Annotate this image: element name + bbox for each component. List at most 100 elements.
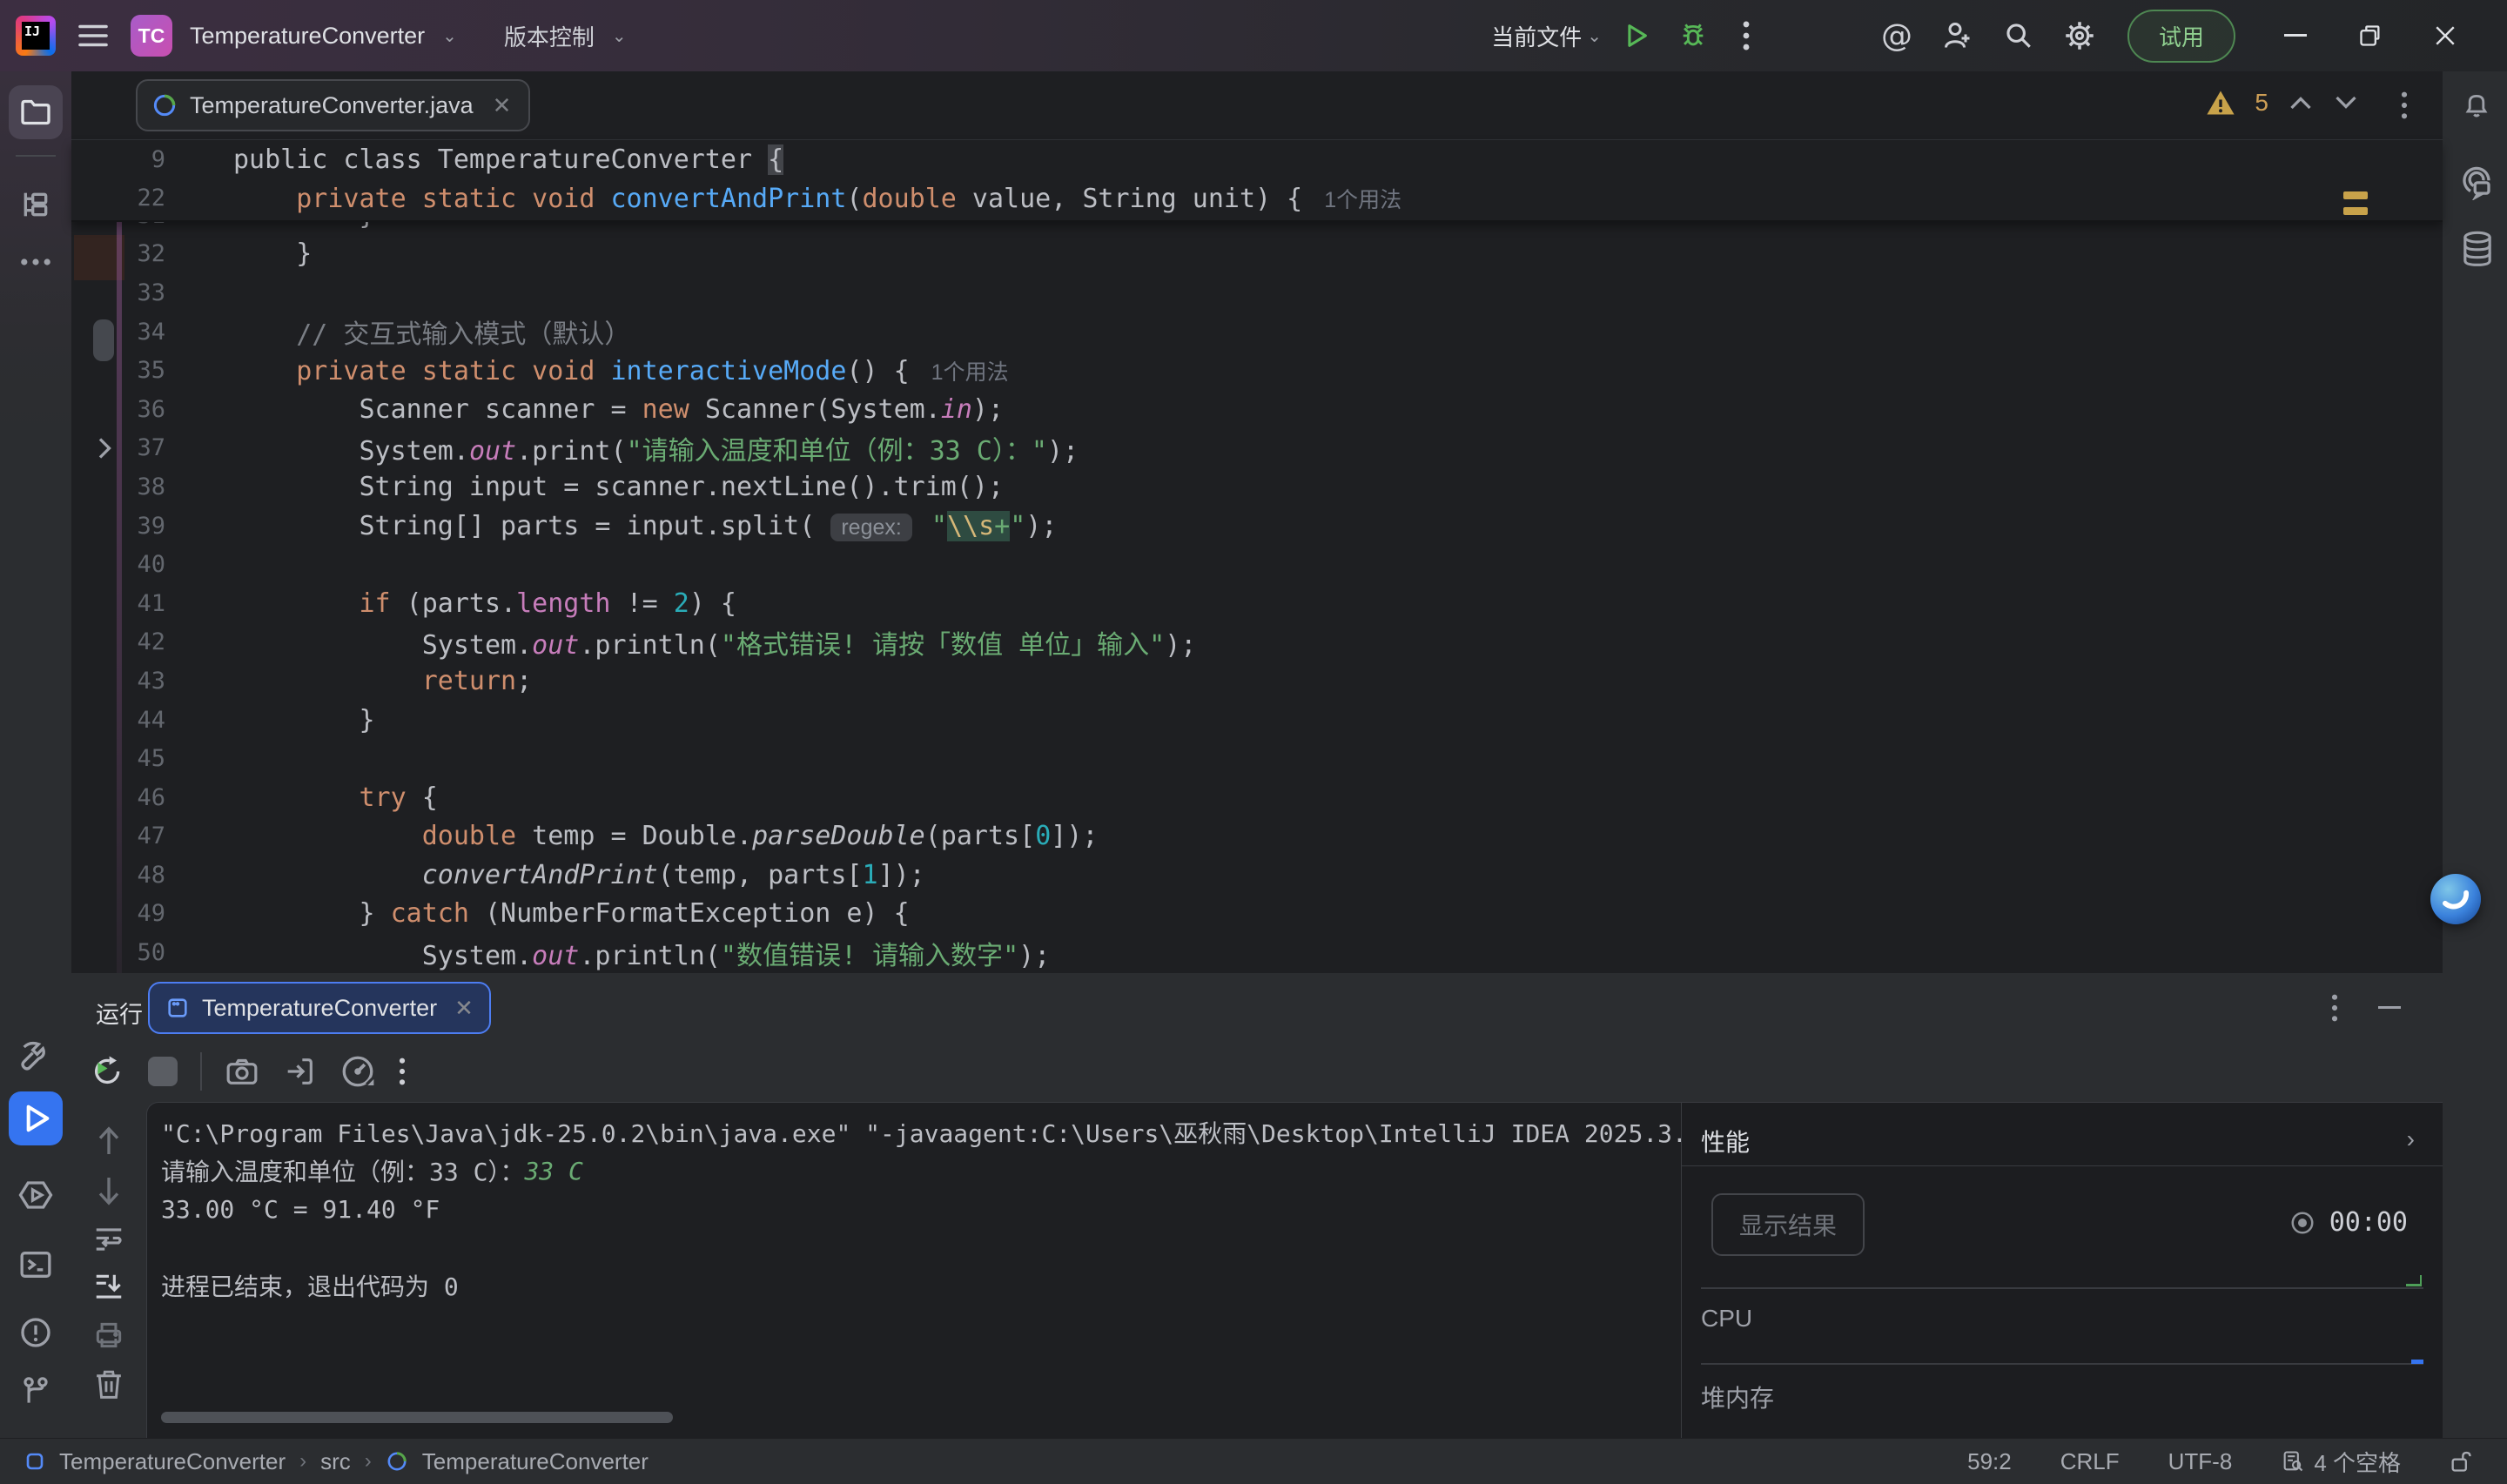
vcs-widget[interactable]: 版本控制	[504, 20, 595, 52]
tab-options-icon[interactable]	[2401, 91, 2408, 119]
more-actions-icon[interactable]	[1722, 10, 1771, 62]
scroll-to-end-icon[interactable]	[92, 1271, 125, 1304]
error-stripe-mark[interactable]	[2343, 207, 2368, 215]
git-tool-button[interactable]	[9, 1365, 63, 1419]
minimize-button[interactable]	[2258, 0, 2333, 71]
trial-button[interactable]: 试用	[2127, 10, 2235, 63]
code-line[interactable]: 46 try {	[71, 778, 2443, 817]
code-text: Scanner scanner = new Scanner(System.in)…	[165, 394, 1004, 425]
code-line[interactable]: 38 String input = scanner.nextLine().tri…	[71, 467, 2443, 507]
code-line[interactable]: 36 Scanner scanner = new Scanner(System.…	[71, 390, 2443, 429]
more-tool-windows-icon[interactable]	[9, 235, 63, 289]
soft-wrap-icon[interactable]	[92, 1223, 125, 1256]
restore-button[interactable]	[2333, 0, 2408, 71]
editor-tab-title: TemperatureConverter.java	[190, 92, 474, 119]
build-tool-button[interactable]	[9, 1029, 63, 1083]
rerun-button[interactable]	[91, 1054, 125, 1089]
code-line[interactable]: 35 private static void interactiveMode()…	[71, 351, 2443, 390]
next-warning-icon[interactable]	[2333, 94, 2359, 111]
close-run-tab-icon[interactable]: ✕	[454, 995, 474, 1022]
console-line	[161, 1228, 1681, 1266]
inspections-widget[interactable]: 5	[2206, 89, 2359, 117]
project-selector[interactable]: TemperatureConverter	[190, 23, 425, 50]
error-stripe-mark[interactable]	[2343, 191, 2368, 199]
debug-button[interactable]	[1664, 10, 1722, 62]
run-config-selector[interactable]: 当前文件	[1491, 20, 1582, 52]
breadcrumb-project[interactable]: TemperatureConverter	[59, 1448, 286, 1475]
snapshot-camera-button[interactable]	[225, 1054, 259, 1089]
chevron-right-icon[interactable]: ›	[2407, 1125, 2415, 1153]
code-text: }	[165, 222, 375, 231]
code-line[interactable]: 32 }	[71, 235, 2443, 274]
show-results-button[interactable]: 显示结果	[1711, 1193, 1865, 1256]
code-line[interactable]: 43 return;	[71, 661, 2443, 701]
close-button[interactable]	[2408, 0, 2483, 71]
project-tool-button[interactable]	[9, 85, 63, 139]
caret-position[interactable]: 59:2	[1967, 1448, 2012, 1475]
code-with-me-icon[interactable]	[1927, 10, 1988, 62]
code-line[interactable]: 48 convertAndPrint(temp, parts[1]);	[71, 856, 2443, 895]
code-text: public class TemperatureConverter {	[165, 144, 783, 175]
clear-console-icon[interactable]	[93, 1366, 124, 1401]
editor-tab[interactable]: TemperatureConverter.java ✕	[136, 79, 530, 131]
ai-assistant-icon[interactable]: @	[1866, 10, 1927, 62]
terminal-tool-button[interactable]	[9, 1238, 63, 1292]
code-line[interactable]: 40	[71, 545, 2443, 584]
project-icon[interactable]: TC	[131, 15, 172, 57]
run-button[interactable]	[1607, 10, 1664, 62]
notifications-bell-icon[interactable]	[2462, 91, 2491, 120]
code-line[interactable]: 45	[71, 739, 2443, 778]
code-line[interactable]: 50 System.out.println("数值错误! 请输入数字");	[71, 933, 2443, 972]
indent-widget[interactable]: 4 个空格	[2281, 1446, 2401, 1478]
horizontal-scrollbar[interactable]	[161, 1412, 673, 1423]
stop-button[interactable]	[148, 1057, 178, 1086]
line-number: 22	[71, 185, 165, 212]
floating-assistant-badge[interactable]	[2430, 874, 2481, 924]
code-viewport[interactable]: 31 } 32 } 33 34 // 交互式输入模式（默认）	[71, 222, 2443, 973]
code-line[interactable]: 34 // 交互式输入模式（默认）	[71, 312, 2443, 352]
sticky-code-line[interactable]: 9 public class TemperatureConverter {	[71, 140, 2443, 179]
settings-gear-icon[interactable]	[2049, 10, 2110, 62]
line-number: 36	[71, 396, 165, 423]
code-line[interactable]: 41 if (parts.length != 2) {	[71, 584, 2443, 623]
ai-chat-tool-button[interactable]	[2458, 164, 2495, 200]
file-encoding[interactable]: UTF-8	[2168, 1448, 2233, 1475]
code-line[interactable]: 44 }	[71, 701, 2443, 740]
timer-value: 00:00	[2329, 1207, 2408, 1238]
main-menu-icon[interactable]	[68, 10, 118, 62]
search-icon[interactable]	[1988, 10, 2049, 62]
prev-occurrence-icon[interactable]	[94, 1124, 124, 1158]
unlock-icon[interactable]	[2450, 1449, 2472, 1474]
attach-profiler-button[interactable]	[282, 1054, 317, 1089]
next-occurrence-icon[interactable]	[94, 1173, 124, 1208]
profiler-gauge-button[interactable]	[339, 1053, 376, 1090]
console-output[interactable]: "C:\Program Files\Java\jdk-25.0.2\bin\ja…	[161, 1113, 1681, 1438]
code-line[interactable]: 47 double temp = Double.parseDouble(part…	[71, 817, 2443, 856]
services-tool-button[interactable]	[9, 1168, 63, 1222]
run-panel-options-icon[interactable]	[2331, 994, 2338, 1022]
code-line[interactable]: 31 }	[71, 222, 2443, 235]
hide-run-panel-icon[interactable]	[2378, 1006, 2401, 1009]
structure-tool-button[interactable]	[9, 178, 63, 232]
toolbar-more-icon[interactable]	[399, 1058, 406, 1085]
line-number: 34	[71, 319, 165, 346]
database-tool-button[interactable]	[2460, 230, 2495, 268]
code-line[interactable]: 33	[71, 273, 2443, 312]
print-icon[interactable]	[92, 1319, 125, 1352]
close-tab-icon[interactable]: ✕	[493, 92, 512, 119]
code-line[interactable]: 42 System.out.println("格式错误! 请按「数值 单位」输入…	[71, 623, 2443, 662]
sticky-code-line[interactable]: 22 private static void convertAndPrint(d…	[71, 179, 2443, 218]
prev-warning-icon[interactable]	[2288, 94, 2314, 111]
code-line[interactable]: 39 String[] parts = input.split( regex: …	[71, 507, 2443, 546]
problems-tool-button[interactable]	[9, 1306, 63, 1360]
line-number: 46	[71, 784, 165, 811]
line-ending[interactable]: CRLF	[2060, 1448, 2120, 1475]
status-bar: TemperatureConverter › src › Temperature…	[0, 1438, 2507, 1484]
run-tab[interactable]: TemperatureConverter ✕	[148, 982, 491, 1034]
code-line[interactable]: 49 } catch (NumberFormatException e) {	[71, 895, 2443, 934]
code-line[interactable]: 37 System.out.print("请输入温度和单位（例：33 C）：")…	[71, 429, 2443, 468]
run-tool-button[interactable]	[9, 1091, 63, 1145]
breadcrumb-src[interactable]: src	[320, 1448, 351, 1475]
divider	[16, 155, 56, 157]
breadcrumb-class[interactable]: TemperatureConverter	[422, 1448, 649, 1475]
